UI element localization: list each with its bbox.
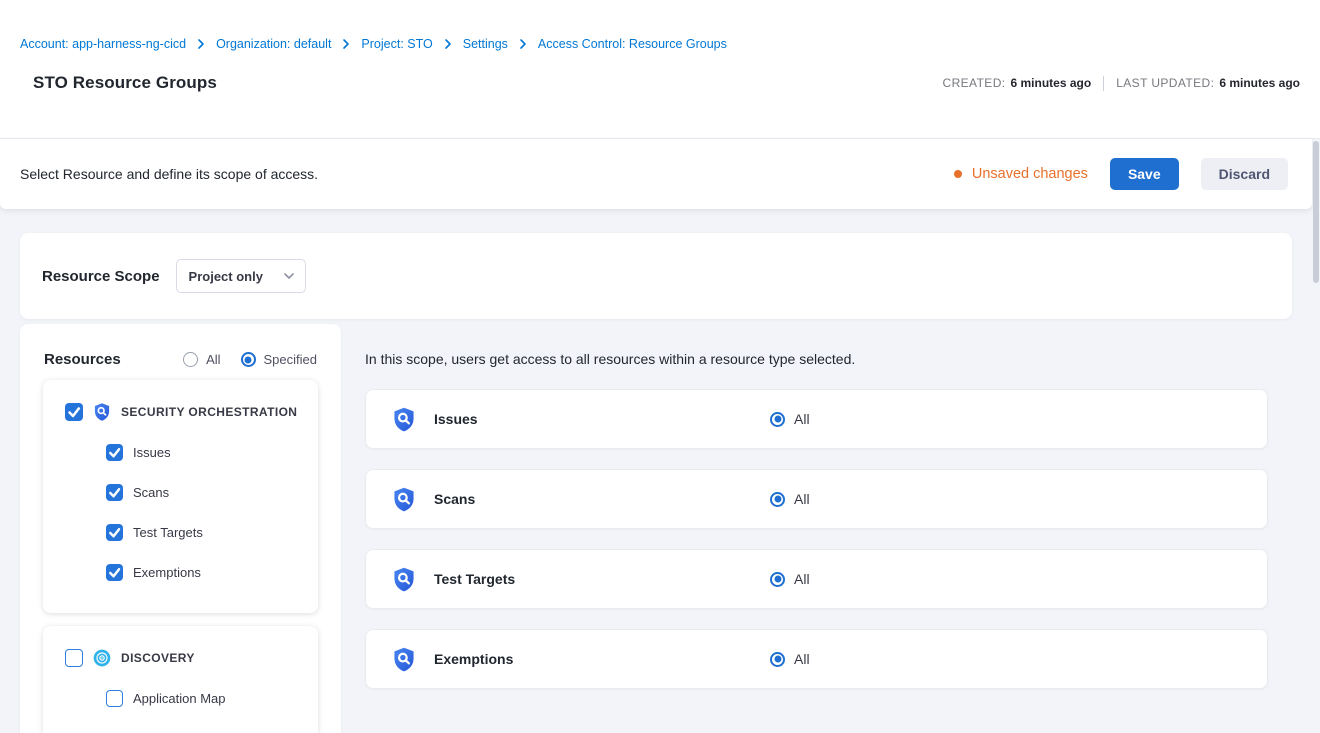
chevron-right-icon bbox=[442, 38, 454, 50]
unsaved-changes-indicator: Unsaved changes bbox=[954, 166, 1088, 182]
radio-specified-label: Specified bbox=[264, 352, 317, 367]
radio-all[interactable]: All bbox=[183, 352, 220, 367]
access-radio-all[interactable]: All bbox=[770, 491, 810, 507]
check-icon bbox=[106, 484, 123, 501]
breadcrumb-resource-groups-link[interactable]: Access Control: Resource Groups bbox=[538, 37, 727, 51]
unsaved-dot-icon bbox=[954, 170, 962, 178]
access-radio-label: All bbox=[794, 651, 810, 667]
group-label: DISCOVERY bbox=[121, 651, 195, 665]
tree-child-row: Application Map bbox=[43, 678, 318, 718]
tree-group-row: SECURITY ORCHESTRATION bbox=[43, 401, 318, 423]
chevron-right-icon bbox=[517, 38, 529, 50]
scope-description: In this scope, users get access to all r… bbox=[365, 351, 1292, 367]
unsaved-changes-label: Unsaved changes bbox=[972, 166, 1088, 182]
breadcrumb-settings-link[interactable]: Settings bbox=[463, 37, 508, 51]
record-meta: CREATED: 6 minutes ago LAST UPDATED: 6 m… bbox=[943, 76, 1300, 91]
resource-scope-selected-value: Project only bbox=[189, 269, 263, 284]
resources-mode-radio-group: All Specified bbox=[183, 352, 317, 367]
exemptions-checkbox[interactable] bbox=[106, 564, 123, 581]
security-orchestration-checkbox[interactable] bbox=[65, 403, 83, 421]
chevron-right-icon bbox=[340, 38, 352, 50]
resource-card-label: Issues bbox=[434, 411, 478, 427]
access-radio-label: All bbox=[794, 411, 810, 427]
test-targets-checkbox[interactable] bbox=[106, 524, 123, 541]
resource-group-security-orchestration: SECURITY ORCHESTRATION Issues Scans bbox=[43, 380, 318, 613]
breadcrumb-organization-link[interactable]: Organization: default bbox=[216, 37, 331, 51]
meta-divider bbox=[1103, 76, 1104, 91]
radio-all-control[interactable] bbox=[183, 352, 198, 367]
child-label: Application Map bbox=[133, 691, 226, 706]
shield-search-icon bbox=[390, 406, 418, 433]
vertical-scrollbar-thumb[interactable] bbox=[1313, 141, 1319, 283]
access-radio-all[interactable]: All bbox=[770, 411, 810, 427]
group-label: SECURITY ORCHESTRATION bbox=[121, 405, 297, 419]
tree-child-row: Scans bbox=[43, 472, 318, 512]
tree-child-row: Exemptions bbox=[43, 552, 318, 592]
resource-card-label: Test Targets bbox=[434, 571, 515, 587]
resources-title: Resources bbox=[44, 351, 121, 368]
child-label: Scans bbox=[133, 485, 169, 500]
child-label: Exemptions bbox=[133, 565, 201, 580]
tree-child-row: Test Targets bbox=[43, 512, 318, 552]
radio-specified-control[interactable] bbox=[241, 352, 256, 367]
resource-card-scans: Scans All bbox=[365, 469, 1268, 529]
page-title: STO Resource Groups bbox=[33, 73, 217, 93]
resource-scope-card: Resource Scope Project only bbox=[20, 233, 1292, 319]
toolbar-description: Select Resource and define its scope of … bbox=[20, 166, 318, 182]
chevron-down-icon bbox=[283, 270, 295, 282]
breadcrumb-account-link[interactable]: Account: app-harness-ng-cicd bbox=[20, 37, 186, 51]
shield-search-icon bbox=[92, 402, 112, 422]
access-radio-label: All bbox=[794, 491, 810, 507]
created-value: 6 minutes ago bbox=[1011, 76, 1092, 90]
tree-child-row: Issues bbox=[43, 432, 318, 472]
issues-checkbox[interactable] bbox=[106, 444, 123, 461]
resource-group-discovery: DISCOVERY Application Map bbox=[43, 626, 318, 733]
scope-detail-column: In this scope, users get access to all r… bbox=[365, 324, 1292, 733]
application-map-checkbox[interactable] bbox=[106, 690, 123, 707]
resource-card-exemptions: Exemptions All bbox=[365, 629, 1268, 689]
access-radio-control[interactable] bbox=[770, 492, 785, 507]
access-radio-control[interactable] bbox=[770, 412, 785, 427]
resource-scope-select[interactable]: Project only bbox=[176, 259, 306, 293]
access-radio-all[interactable]: All bbox=[770, 651, 810, 667]
shield-search-icon bbox=[390, 486, 418, 513]
page-header: Account: app-harness-ng-cicd Organizatio… bbox=[0, 0, 1320, 139]
check-icon bbox=[106, 444, 123, 461]
child-label: Issues bbox=[133, 445, 171, 460]
scroll-region: Select Resource and define its scope of … bbox=[0, 139, 1320, 733]
discard-button[interactable]: Discard bbox=[1201, 158, 1288, 190]
access-radio-all[interactable]: All bbox=[770, 571, 810, 587]
resource-card-issues: Issues All bbox=[365, 389, 1268, 449]
breadcrumb: Account: app-harness-ng-cicd Organizatio… bbox=[20, 0, 1300, 51]
shield-search-icon bbox=[390, 646, 418, 673]
action-toolbar: Select Resource and define its scope of … bbox=[0, 139, 1312, 209]
chevron-right-icon bbox=[195, 38, 207, 50]
tree-group-row: DISCOVERY bbox=[43, 647, 318, 669]
resource-card-label: Scans bbox=[434, 491, 475, 507]
last-updated-label: LAST UPDATED: bbox=[1116, 76, 1214, 90]
child-label: Test Targets bbox=[133, 525, 203, 540]
save-button[interactable]: Save bbox=[1110, 158, 1179, 190]
created-label: CREATED: bbox=[943, 76, 1006, 90]
radio-specified[interactable]: Specified bbox=[241, 352, 317, 367]
access-radio-label: All bbox=[794, 571, 810, 587]
breadcrumb-project-link[interactable]: Project: STO bbox=[361, 37, 432, 51]
discovery-checkbox[interactable] bbox=[65, 649, 83, 667]
radar-icon bbox=[92, 648, 112, 668]
page-content: Resource Scope Project only Resources Al… bbox=[0, 209, 1320, 733]
check-icon bbox=[106, 564, 123, 581]
resources-panel: Resources All Specified bbox=[20, 324, 341, 733]
check-icon bbox=[65, 403, 83, 421]
check-icon bbox=[106, 524, 123, 541]
access-radio-control[interactable] bbox=[770, 572, 785, 587]
scans-checkbox[interactable] bbox=[106, 484, 123, 501]
resource-card-test-targets: Test Targets All bbox=[365, 549, 1268, 609]
resource-scope-label: Resource Scope bbox=[42, 268, 160, 285]
resource-card-label: Exemptions bbox=[434, 651, 513, 667]
shield-search-icon bbox=[390, 566, 418, 593]
radio-all-label: All bbox=[206, 352, 220, 367]
access-radio-control[interactable] bbox=[770, 652, 785, 667]
last-updated-value: 6 minutes ago bbox=[1219, 76, 1300, 90]
